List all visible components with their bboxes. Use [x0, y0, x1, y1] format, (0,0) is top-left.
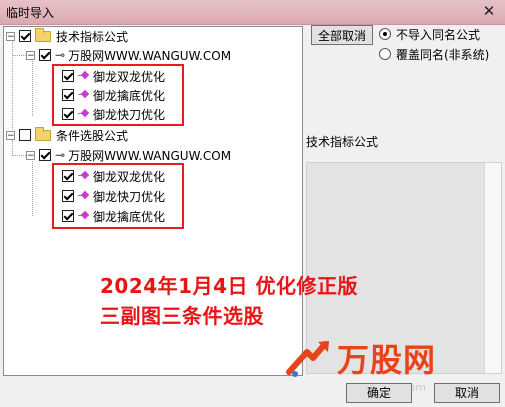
- tree-line: [12, 55, 26, 56]
- item-label: 御龙擒底优化: [93, 209, 166, 224]
- item-label: 御龙双龙优化: [93, 69, 166, 84]
- formula-icon: [78, 109, 89, 120]
- radio-label: 覆盖同名(非系统): [396, 47, 490, 62]
- radio-overwrite[interactable]: 覆盖同名(非系统): [379, 45, 489, 63]
- item-label: 御龙双龙优化: [93, 169, 166, 184]
- right-panel-label: 技术指标公式: [306, 135, 379, 149]
- group-label: 技术指标公式: [56, 29, 129, 44]
- checkbox[interactable]: [19, 129, 31, 141]
- radio-dot[interactable]: [379, 48, 391, 60]
- logo-arrow-icon: [286, 341, 329, 377]
- tree-item[interactable]: 御龙擒底优化: [62, 207, 165, 225]
- source-label: 万股网WWW.WANGUW.COM: [68, 148, 232, 163]
- close-icon[interactable]: ✕: [479, 2, 499, 20]
- item-label: 御龙快刀优化: [93, 107, 166, 122]
- tree-item[interactable]: 御龙快刀优化: [62, 187, 165, 205]
- window-title: 临时导入: [6, 6, 55, 20]
- collapse-icon[interactable]: −: [26, 50, 35, 60]
- radio-label: 不导入同名公式: [396, 27, 481, 42]
- tree-node-source[interactable]: − ⊸ 万股网WWW.WANGUW.COM: [26, 46, 231, 64]
- formula-icon: [78, 90, 89, 101]
- collapse-icon[interactable]: −: [26, 150, 35, 160]
- key-icon: ⊸: [55, 148, 66, 162]
- collapse-icon[interactable]: −: [6, 130, 15, 140]
- checkbox[interactable]: [62, 210, 74, 222]
- cancel-button[interactable]: 取消: [434, 383, 500, 403]
- checkbox[interactable]: [39, 149, 51, 161]
- checkbox[interactable]: [62, 89, 74, 101]
- formula-icon: [78, 171, 89, 182]
- collapse-icon[interactable]: −: [6, 31, 15, 41]
- tree-item[interactable]: 御龙双龙优化: [62, 67, 165, 85]
- checkbox[interactable]: [62, 190, 74, 202]
- tree-node-source[interactable]: − ⊸ 万股网WWW.WANGUW.COM: [26, 146, 231, 164]
- formula-icon: [78, 71, 89, 82]
- item-label: 御龙快刀优化: [93, 189, 166, 204]
- formula-icon: [78, 191, 89, 202]
- tree-line: [32, 156, 33, 216]
- item-label: 御龙擒底优化: [93, 88, 166, 103]
- ok-button[interactable]: 确定: [346, 383, 412, 403]
- announcement-line-1: 2024年1月4日 优化修正版: [100, 274, 358, 298]
- folder-icon: [35, 126, 51, 141]
- announcement-line-2: 三副图三条件选股: [100, 304, 264, 328]
- checkbox[interactable]: [39, 49, 51, 61]
- radio-no-import[interactable]: 不导入同名公式: [379, 25, 480, 43]
- tree-node-screening[interactable]: − 条件选股公式: [6, 126, 128, 144]
- tree-line: [12, 155, 26, 156]
- tree-node-technical[interactable]: − 技术指标公式: [6, 27, 128, 45]
- group-label: 条件选股公式: [56, 128, 129, 143]
- checkbox[interactable]: [62, 108, 74, 120]
- key-icon: ⊸: [55, 48, 66, 62]
- source-label: 万股网WWW.WANGUW.COM: [68, 48, 232, 63]
- tree-item[interactable]: 御龙快刀优化: [62, 105, 165, 123]
- radio-dot[interactable]: [379, 28, 391, 40]
- scrollbar[interactable]: [484, 163, 501, 373]
- logo: 万股网: [285, 335, 436, 381]
- logo-text: 万股网: [337, 341, 437, 379]
- checkbox[interactable]: [19, 30, 31, 42]
- tree-line: [32, 56, 33, 116]
- clear-all-button[interactable]: 全部取消: [311, 25, 373, 45]
- title-bar: 临时导入 ✕: [0, 0, 505, 25]
- formula-icon: [78, 211, 89, 222]
- checkbox[interactable]: [62, 170, 74, 182]
- checkbox[interactable]: [62, 70, 74, 82]
- tree-item[interactable]: 御龙擒底优化: [62, 86, 165, 104]
- folder-icon: [35, 27, 51, 42]
- tree-item[interactable]: 御龙双龙优化: [62, 167, 165, 185]
